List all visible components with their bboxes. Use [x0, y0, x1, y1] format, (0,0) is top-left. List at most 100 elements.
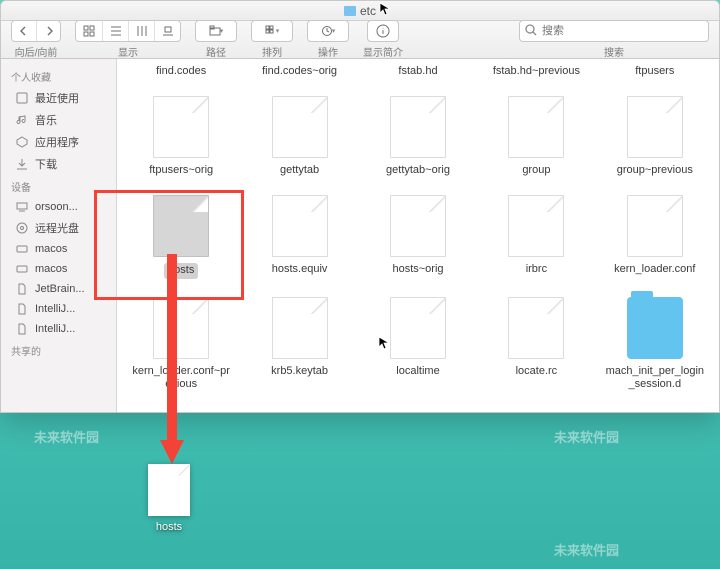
- file-item[interactable]: krb5.keytab: [245, 297, 353, 391]
- document-icon: [15, 282, 29, 296]
- file-item-hosts[interactable]: hosts: [127, 195, 235, 278]
- search-group: 搜索: [519, 20, 709, 59]
- chevron-down-icon: ▾: [332, 27, 336, 35]
- folder-icon: [344, 6, 356, 16]
- search-input[interactable]: [519, 20, 709, 42]
- file-item[interactable]: find.codes~orig: [245, 65, 353, 78]
- arrange-label: 排列: [262, 44, 282, 59]
- file-icon: [508, 297, 564, 359]
- file-icon: [272, 96, 328, 158]
- view-column-button[interactable]: [128, 21, 154, 41]
- view-icon-button[interactable]: [76, 21, 102, 41]
- file-item[interactable]: irbrc: [482, 195, 590, 278]
- sidebar-item-device[interactable]: orsoon...: [1, 197, 116, 217]
- file-item[interactable]: kern_loader.conf~previous: [127, 297, 235, 391]
- sidebar-item-device[interactable]: IntelliJ...: [1, 319, 116, 339]
- sidebar-item-device[interactable]: macos: [1, 239, 116, 259]
- file-icon: [272, 195, 328, 257]
- folder-icon: [627, 297, 683, 359]
- file-name: hosts.equiv: [272, 263, 328, 276]
- file-name: localtime: [396, 365, 439, 378]
- cursor-icon: [379, 2, 393, 16]
- file-name: find.codes: [156, 65, 206, 78]
- sidebar-item-label: orsoon...: [35, 201, 78, 213]
- sidebar-item-label: 远程光盘: [35, 220, 79, 236]
- forward-button[interactable]: [36, 21, 60, 41]
- clock-icon: [15, 91, 29, 105]
- file-name: mach_init_per_login_session.d: [605, 365, 705, 391]
- file-item[interactable]: hosts.equiv: [245, 195, 353, 278]
- disc-icon: [15, 221, 29, 235]
- back-button[interactable]: [12, 21, 36, 41]
- file-icon: [153, 195, 209, 257]
- search-label: 搜索: [604, 44, 624, 59]
- file-name: ftpusers: [635, 65, 674, 78]
- file-item[interactable]: hosts~orig: [364, 195, 472, 278]
- sidebar-item-recent[interactable]: 最近使用: [1, 87, 116, 109]
- sidebar-item-device[interactable]: IntelliJ...: [1, 299, 116, 319]
- file-item[interactable]: fstab.hd~previous: [482, 65, 590, 78]
- view-coverflow-button[interactable]: [154, 21, 180, 41]
- file-item[interactable]: ftpusers: [601, 65, 709, 78]
- folder-item[interactable]: mach_init_per_login_session.d: [601, 297, 709, 391]
- sidebar-item-device[interactable]: macos: [1, 259, 116, 279]
- path-button[interactable]: ▾: [196, 21, 236, 41]
- file-item[interactable]: kern_loader.conf: [601, 195, 709, 278]
- sidebar-item-label: 最近使用: [35, 90, 79, 106]
- file-icon-view[interactable]: find.codes find.codes~orig fstab.hd fsta…: [117, 59, 719, 412]
- sidebar-item-device[interactable]: JetBrain...: [1, 279, 116, 299]
- sidebar-item-label: JetBrain...: [35, 283, 85, 295]
- info-button[interactable]: [368, 21, 398, 41]
- file-item[interactable]: gettytab~orig: [364, 96, 472, 177]
- window-titlebar[interactable]: etc: [1, 1, 719, 21]
- file-item[interactable]: fstab.hd: [364, 65, 472, 78]
- info-label: 显示简介: [363, 44, 403, 59]
- file-icon: [627, 96, 683, 158]
- chevron-down-icon: ▾: [220, 27, 224, 35]
- document-icon: [15, 302, 29, 316]
- file-item[interactable]: ftpusers~orig: [127, 96, 235, 177]
- sidebar-item-downloads[interactable]: 下载: [1, 153, 116, 175]
- sidebar: 个人收藏 最近使用 音乐 应用程序 下载 设备 orsoon... 远程光盘 m…: [1, 59, 117, 412]
- file-icon: [627, 195, 683, 257]
- sidebar-item-label: macos: [35, 263, 67, 275]
- file-name: group~previous: [617, 164, 693, 177]
- view-label: 显示: [118, 44, 138, 59]
- view-list-button[interactable]: [102, 21, 128, 41]
- arrange-button[interactable]: ▾: [252, 21, 292, 41]
- sidebar-item-music[interactable]: 音乐: [1, 109, 116, 131]
- finder-window: etc 向后/向前 显示 ▾ 路径: [0, 0, 720, 413]
- toolbar: 向后/向前 显示 ▾ 路径 ▾ 排列 ▾: [1, 21, 719, 59]
- drive-icon: [15, 242, 29, 256]
- sidebar-item-device[interactable]: 远程光盘: [1, 217, 116, 239]
- file-name: hosts: [164, 263, 198, 278]
- sidebar-item-label: 音乐: [35, 112, 57, 128]
- file-icon: [508, 96, 564, 158]
- sidebar-item-label: IntelliJ...: [35, 303, 75, 315]
- chevron-down-icon: ▾: [276, 27, 280, 35]
- sidebar-item-label: 应用程序: [35, 134, 79, 150]
- window-title: etc: [360, 4, 376, 18]
- file-icon: [390, 96, 446, 158]
- file-name: irbrc: [526, 263, 547, 276]
- file-item[interactable]: group~previous: [601, 96, 709, 177]
- file-icon: [153, 96, 209, 158]
- action-button[interactable]: ▾: [308, 21, 348, 41]
- file-name: find.codes~orig: [262, 65, 337, 78]
- file-item[interactable]: gettytab: [245, 96, 353, 177]
- file-item[interactable]: find.codes: [127, 65, 235, 78]
- sidebar-item-label: 下载: [35, 156, 57, 172]
- sidebar-item-apps[interactable]: 应用程序: [1, 131, 116, 153]
- file-item[interactable]: group: [482, 96, 590, 177]
- file-item[interactable]: locate.rc: [482, 297, 590, 391]
- file-icon: [390, 195, 446, 257]
- file-icon: [148, 464, 190, 516]
- action-label: 操作: [318, 44, 338, 59]
- file-name: fstab.hd: [398, 65, 437, 78]
- document-icon: [15, 322, 29, 336]
- desktop-file-hosts[interactable]: hosts: [148, 464, 190, 534]
- file-name: ftpusers~orig: [149, 164, 213, 177]
- file-name: hosts: [151, 520, 187, 534]
- search-icon: [525, 24, 538, 37]
- path-group: ▾ 路径: [195, 20, 237, 59]
